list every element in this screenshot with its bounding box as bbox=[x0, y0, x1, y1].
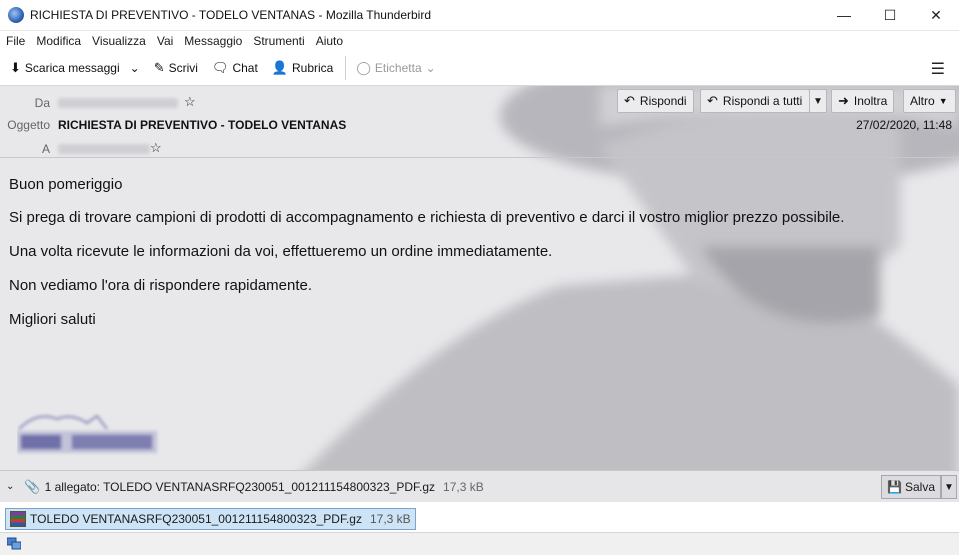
chat-bubble-icon: 🗨 bbox=[211, 60, 229, 75]
subject-label: Oggetto bbox=[7, 118, 50, 132]
body-line-1: Si prega di trovare campioni di prodotti… bbox=[9, 209, 845, 226]
body-greeting: Buon pomeriggio bbox=[9, 176, 123, 193]
get-messages-button[interactable]: ⬇ Scarica messaggi bbox=[6, 55, 124, 81]
reply-label: Rispondi bbox=[639, 94, 687, 108]
pencil-icon: ✎ bbox=[153, 60, 165, 75]
get-messages-dropdown[interactable]: ⌄ bbox=[126, 55, 144, 81]
reply-icon: ↶ bbox=[624, 93, 635, 108]
tag-label: Etichetta bbox=[374, 61, 422, 75]
thunderbird-icon bbox=[8, 7, 24, 23]
menu-modifica[interactable]: Modifica bbox=[36, 34, 81, 48]
body-line-3: Non vediamo l'ora di rispondere rapidame… bbox=[9, 277, 313, 294]
chevron-down-icon: ▼ bbox=[944, 481, 954, 493]
save-label: Salva bbox=[904, 480, 935, 494]
sender-address[interactable] bbox=[58, 98, 178, 108]
menu-strumenti[interactable]: Strumenti bbox=[253, 34, 304, 48]
app-menu-icon[interactable]: ☰ bbox=[931, 59, 945, 79]
chat-label: Chat bbox=[232, 61, 258, 75]
attachment-filename: TOLEDO VENTANASRFQ230051_001211154800323… bbox=[30, 512, 362, 526]
recipient-address[interactable] bbox=[58, 144, 150, 154]
archive-icon bbox=[10, 511, 26, 527]
main-toolbar: ⬇ Scarica messaggi ⌄ ✎ Scrivi 🗨 Chat 👤 R… bbox=[0, 51, 959, 86]
write-label: Scrivi bbox=[168, 61, 198, 75]
tag-icon: ◯ bbox=[356, 60, 371, 75]
chevron-down-icon: ⌄ bbox=[129, 61, 140, 75]
attachment-size: 17,3 kB bbox=[369, 512, 411, 526]
to-label: A bbox=[41, 142, 50, 156]
save-icon: 💾 bbox=[887, 480, 902, 494]
menu-file[interactable]: File bbox=[6, 34, 25, 48]
from-label: Da bbox=[34, 96, 50, 110]
title-bar: RICHIESTA DI PREVENTIVO - TODELO VENTANA… bbox=[0, 0, 959, 31]
more-label: Altro bbox=[910, 94, 935, 108]
reply-all-label: Rispondi a tutti bbox=[722, 94, 803, 108]
forward-icon: ➜ bbox=[838, 93, 849, 108]
message-pane: Da ☆ Oggetto RICHIESTA DI PREVENTIVO - T… bbox=[0, 86, 959, 531]
menu-visualizza[interactable]: Visualizza bbox=[92, 34, 146, 48]
company-logo bbox=[17, 414, 157, 453]
network-status-icon[interactable] bbox=[7, 537, 21, 550]
chevron-down-icon: ⌄ bbox=[425, 61, 436, 75]
chevron-down-icon: ▼ bbox=[938, 96, 948, 106]
reply-all-dropdown[interactable]: ▼ bbox=[809, 89, 827, 113]
menu-bar: File Modifica Visualizza Vai Messaggio S… bbox=[0, 31, 959, 51]
attachment-list: TOLEDO VENTANASRFQ230051_001211154800323… bbox=[0, 502, 959, 532]
star-icon[interactable]: ☆ bbox=[150, 140, 162, 156]
star-icon[interactable]: ☆ bbox=[184, 94, 196, 110]
forward-label: Inoltra bbox=[853, 94, 888, 108]
contacts-icon: 👤 bbox=[271, 60, 288, 75]
save-dropdown[interactable]: ▼ bbox=[941, 475, 957, 499]
address-book-label: Rubrica bbox=[292, 61, 334, 75]
forward-button[interactable]: ➜ Inoltra bbox=[831, 89, 895, 113]
attachment-item[interactable]: TOLEDO VENTANASRFQ230051_001211154800323… bbox=[5, 508, 416, 530]
window-title: RICHIESTA DI PREVENTIVO - TODELO VENTANA… bbox=[30, 8, 431, 22]
body-line-2: Una volta ricevute le informazioni da vo… bbox=[9, 243, 553, 260]
body-closing: Migliori saluti bbox=[9, 311, 96, 328]
address-book-button[interactable]: 👤 Rubrica bbox=[268, 55, 338, 81]
attachment-summary: 1 allegato: TOLEDO VENTANASRFQ230051_001… bbox=[44, 479, 436, 494]
reply-button[interactable]: ↶ Rispondi bbox=[617, 89, 694, 113]
more-button[interactable]: Altro ▼ bbox=[903, 89, 956, 113]
subject-text: RICHIESTA DI PREVENTIVO - TODELO VENTANA… bbox=[58, 118, 347, 132]
attachment-summary-size: 17,3 kB bbox=[443, 479, 484, 494]
status-bar bbox=[0, 532, 959, 555]
reply-all-icon: ↶ bbox=[707, 93, 718, 108]
write-button[interactable]: ✎ Scrivi bbox=[150, 55, 202, 81]
attachment-bar: ⌄ 📎 1 allegato: TOLEDO VENTANASRFQ230051… bbox=[0, 470, 959, 502]
minimize-button[interactable]: — bbox=[821, 0, 867, 31]
save-button[interactable]: 💾 Salva bbox=[881, 475, 941, 499]
close-button[interactable]: ✕ bbox=[913, 0, 959, 31]
chat-button[interactable]: 🗨 Chat bbox=[208, 55, 262, 81]
tag-button[interactable]: ◯ Etichetta ⌄ bbox=[352, 55, 439, 81]
menu-messaggio[interactable]: Messaggio bbox=[184, 34, 242, 48]
reply-all-button[interactable]: ↶ Rispondi a tutti bbox=[700, 89, 810, 113]
menu-vai[interactable]: Vai bbox=[157, 34, 173, 48]
menu-aiuto[interactable]: Aiuto bbox=[316, 34, 343, 48]
download-icon: ⬇ bbox=[10, 60, 21, 75]
header-divider bbox=[0, 157, 959, 158]
message-date: 27/02/2020, 11:48 bbox=[856, 118, 952, 132]
paperclip-icon: 📎 bbox=[24, 478, 41, 494]
expand-attachments-icon[interactable]: ⌄ bbox=[6, 481, 14, 492]
get-messages-label: Scarica messaggi bbox=[24, 61, 120, 75]
toolbar-separator bbox=[345, 56, 347, 80]
maximize-button[interactable]: ☐ bbox=[867, 0, 913, 31]
chevron-down-icon: ▼ bbox=[813, 95, 823, 107]
